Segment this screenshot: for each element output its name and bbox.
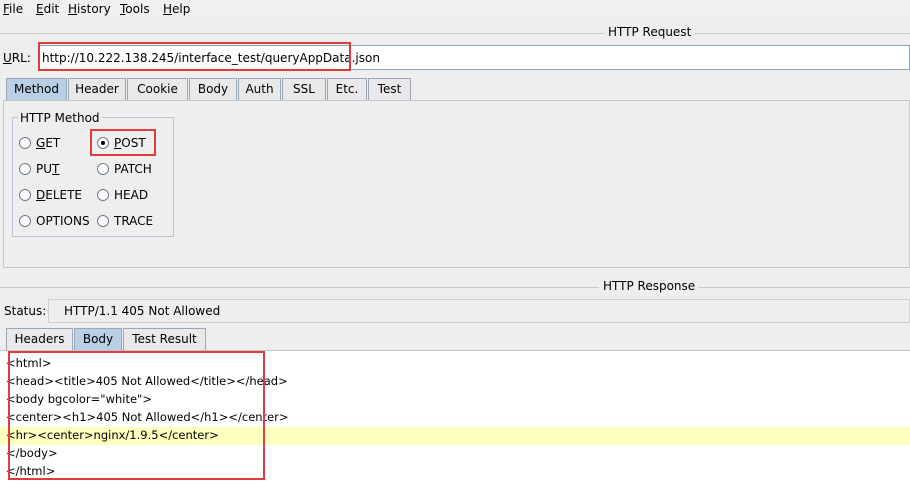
radio-trace[interactable] [97, 215, 109, 227]
radio-delete[interactable] [19, 189, 31, 201]
body-line: <head><title>405 Not Allowed</title></he… [6, 374, 288, 388]
tab-headers[interactable]: Headers [6, 328, 73, 350]
request-separator [0, 33, 910, 34]
label-post: POST [114, 136, 146, 150]
label-head: HEAD [114, 188, 149, 202]
tab-etc[interactable]: Etc. [327, 78, 367, 100]
http-method-group-title: HTTP Method [18, 111, 102, 125]
tab-cookie[interactable]: Cookie [127, 78, 188, 100]
tab-ssl[interactable]: SSL [282, 78, 326, 100]
tab-test-result[interactable]: Test Result [123, 328, 206, 350]
response-section-title: HTTP Response [599, 279, 700, 293]
response-separator [0, 287, 910, 288]
status-label: Status: [4, 304, 47, 318]
tab-body[interactable]: Body [189, 78, 237, 100]
menu-file[interactable]: File [3, 2, 23, 16]
label-put: PUT [36, 162, 60, 176]
body-line: <hr><center>nginx/1.9.5</center> [6, 428, 219, 442]
url-value: http://10.222.138.245/interface_test/que… [42, 51, 380, 65]
body-line: <center><h1>405 Not Allowed</h1></center… [6, 410, 289, 424]
menu-bar: File Edit History Tools Help [0, 0, 910, 18]
url-label: URL: [3, 51, 31, 65]
label-options: OPTIONS [36, 214, 90, 228]
menu-history[interactable]: History [68, 2, 111, 16]
label-get: GET [36, 136, 61, 150]
radio-patch[interactable] [97, 163, 109, 175]
body-line: <body bgcolor="white"> [6, 392, 152, 406]
radio-post[interactable] [97, 137, 109, 149]
radio-options[interactable] [19, 215, 31, 227]
tab-method[interactable]: Method [6, 78, 67, 100]
request-section-title: HTTP Request [604, 25, 696, 39]
radio-get[interactable] [19, 137, 31, 149]
tab-response-body[interactable]: Body [74, 328, 122, 350]
response-body-area[interactable] [0, 350, 910, 502]
radio-head[interactable] [97, 189, 109, 201]
menu-help[interactable]: Help [163, 2, 190, 16]
tab-header[interactable]: Header [68, 78, 126, 100]
body-line: </html> [6, 464, 56, 478]
tab-auth[interactable]: Auth [238, 78, 281, 100]
tab-test[interactable]: Test [368, 78, 411, 100]
menu-edit[interactable]: Edit [36, 2, 59, 16]
label-delete: DELETE [36, 188, 83, 202]
label-trace: TRACE [114, 214, 154, 228]
status-value: HTTP/1.1 405 Not Allowed [64, 304, 221, 318]
body-line: <html> [6, 356, 52, 370]
radio-put[interactable] [19, 163, 31, 175]
label-patch: PATCH [114, 162, 152, 176]
body-line: </body> [6, 446, 58, 460]
menu-tools[interactable]: Tools [120, 2, 150, 16]
